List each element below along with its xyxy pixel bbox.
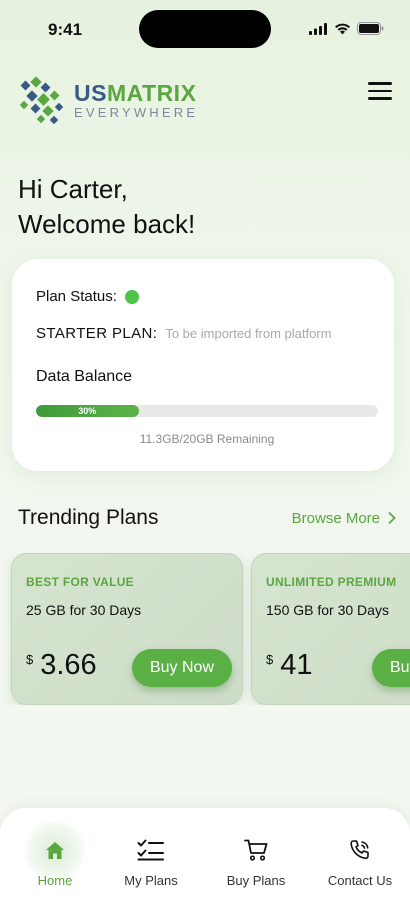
- nav-item-contact-us[interactable]: Contact Us: [312, 808, 408, 900]
- status-icons: [309, 22, 384, 35]
- plan-name: STARTER PLAN:: [36, 325, 158, 342]
- nav-label-home: Home: [37, 873, 73, 888]
- plan-tile-price: $ 41: [266, 649, 313, 682]
- plan-name-row: STARTER PLAN: To be imported from platfo…: [36, 325, 332, 342]
- bottom-navigation: Home My Plans Buy Plans Contact Us: [0, 808, 410, 900]
- buy-now-button[interactable]: Buy Now: [132, 649, 232, 687]
- brand-logo: USMATRIX EVERYWHERE: [18, 74, 198, 126]
- greeting: Hi Carter, Welcome back!: [18, 172, 195, 242]
- data-progress-bar: 30%: [36, 405, 378, 417]
- nav-item-home[interactable]: Home: [7, 808, 103, 900]
- plan-tile-tag: UNLIMITED PREMIUM: [266, 575, 397, 589]
- plan-tile-tag: BEST FOR VALUE: [26, 575, 134, 589]
- app-header: USMATRIX EVERYWHERE: [18, 74, 392, 130]
- price-currency: $: [266, 652, 274, 667]
- plan-status-row: Plan Status:: [36, 288, 139, 305]
- nav-label-my-plans: My Plans: [124, 873, 178, 888]
- cart-icon: [241, 836, 271, 864]
- status-bar: 9:41: [0, 0, 410, 56]
- brand-name-part1: US: [74, 79, 107, 106]
- logo-mark-icon: [19, 76, 64, 125]
- buy-now-button[interactable]: Buy Now: [372, 649, 410, 687]
- checklist-icon: [136, 836, 166, 864]
- hamburger-menu-icon[interactable]: [368, 82, 392, 102]
- plan-status-card: Plan Status: STARTER PLAN: To be importe…: [12, 259, 394, 471]
- browse-more-link[interactable]: Browse More: [292, 510, 396, 527]
- brand-tagline: EVERYWHERE: [74, 104, 199, 120]
- greeting-line1: Hi Carter,: [18, 174, 128, 204]
- nav-item-my-plans[interactable]: My Plans: [103, 808, 199, 900]
- status-indicator-dot: [124, 289, 139, 304]
- wifi-icon: [335, 23, 350, 34]
- phone-icon: [345, 836, 375, 864]
- data-remaining-text: 11.3GB/20GB Remaining: [139, 432, 275, 446]
- home-icon: [40, 836, 70, 864]
- nav-label-contact-us: Contact Us: [327, 873, 393, 888]
- chevron-right-icon: [388, 511, 396, 527]
- plan-tile-description: 25 GB for 30 Days: [26, 602, 142, 618]
- plan-status-label: Plan Status:: [36, 288, 117, 305]
- brand-name-part2: MATRIX: [106, 79, 197, 106]
- brand-name: USMATRIX: [74, 81, 198, 105]
- plan-tile-price: $ 3.66: [26, 649, 97, 682]
- data-balance-label: Data Balance: [36, 368, 133, 385]
- brand-wordmark: USMATRIX EVERYWHERE: [74, 81, 198, 120]
- data-progress-fill: 30%: [36, 405, 139, 417]
- plan-note: To be imported from platform: [165, 326, 332, 341]
- greeting-line2: Welcome back!: [18, 209, 196, 239]
- status-time: 9:41: [48, 20, 83, 39]
- trending-plans-title: Trending Plans: [18, 506, 159, 529]
- trending-plans-carousel[interactable]: BEST FOR VALUE 25 GB for 30 Days $ 3.66 …: [0, 553, 410, 705]
- nav-item-buy-plans[interactable]: Buy Plans: [208, 808, 304, 900]
- price-amount: 41: [280, 649, 313, 681]
- battery-icon: [357, 22, 384, 35]
- price-amount: 3.66: [40, 649, 97, 681]
- browse-more-label: Browse More: [291, 510, 380, 527]
- plan-tile-description: 150 GB for 30 Days: [266, 602, 389, 618]
- dynamic-island: [139, 10, 271, 48]
- progress-percent-text: 30%: [78, 406, 97, 416]
- nav-label-buy-plans: Buy Plans: [226, 873, 286, 888]
- price-currency: $: [26, 652, 34, 667]
- signal-icon: [309, 22, 327, 35]
- plan-tile-best-value[interactable]: BEST FOR VALUE 25 GB for 30 Days $ 3.66 …: [11, 553, 243, 705]
- plan-tile-unlimited-premium[interactable]: UNLIMITED PREMIUM 150 GB for 30 Days $ 4…: [251, 553, 410, 705]
